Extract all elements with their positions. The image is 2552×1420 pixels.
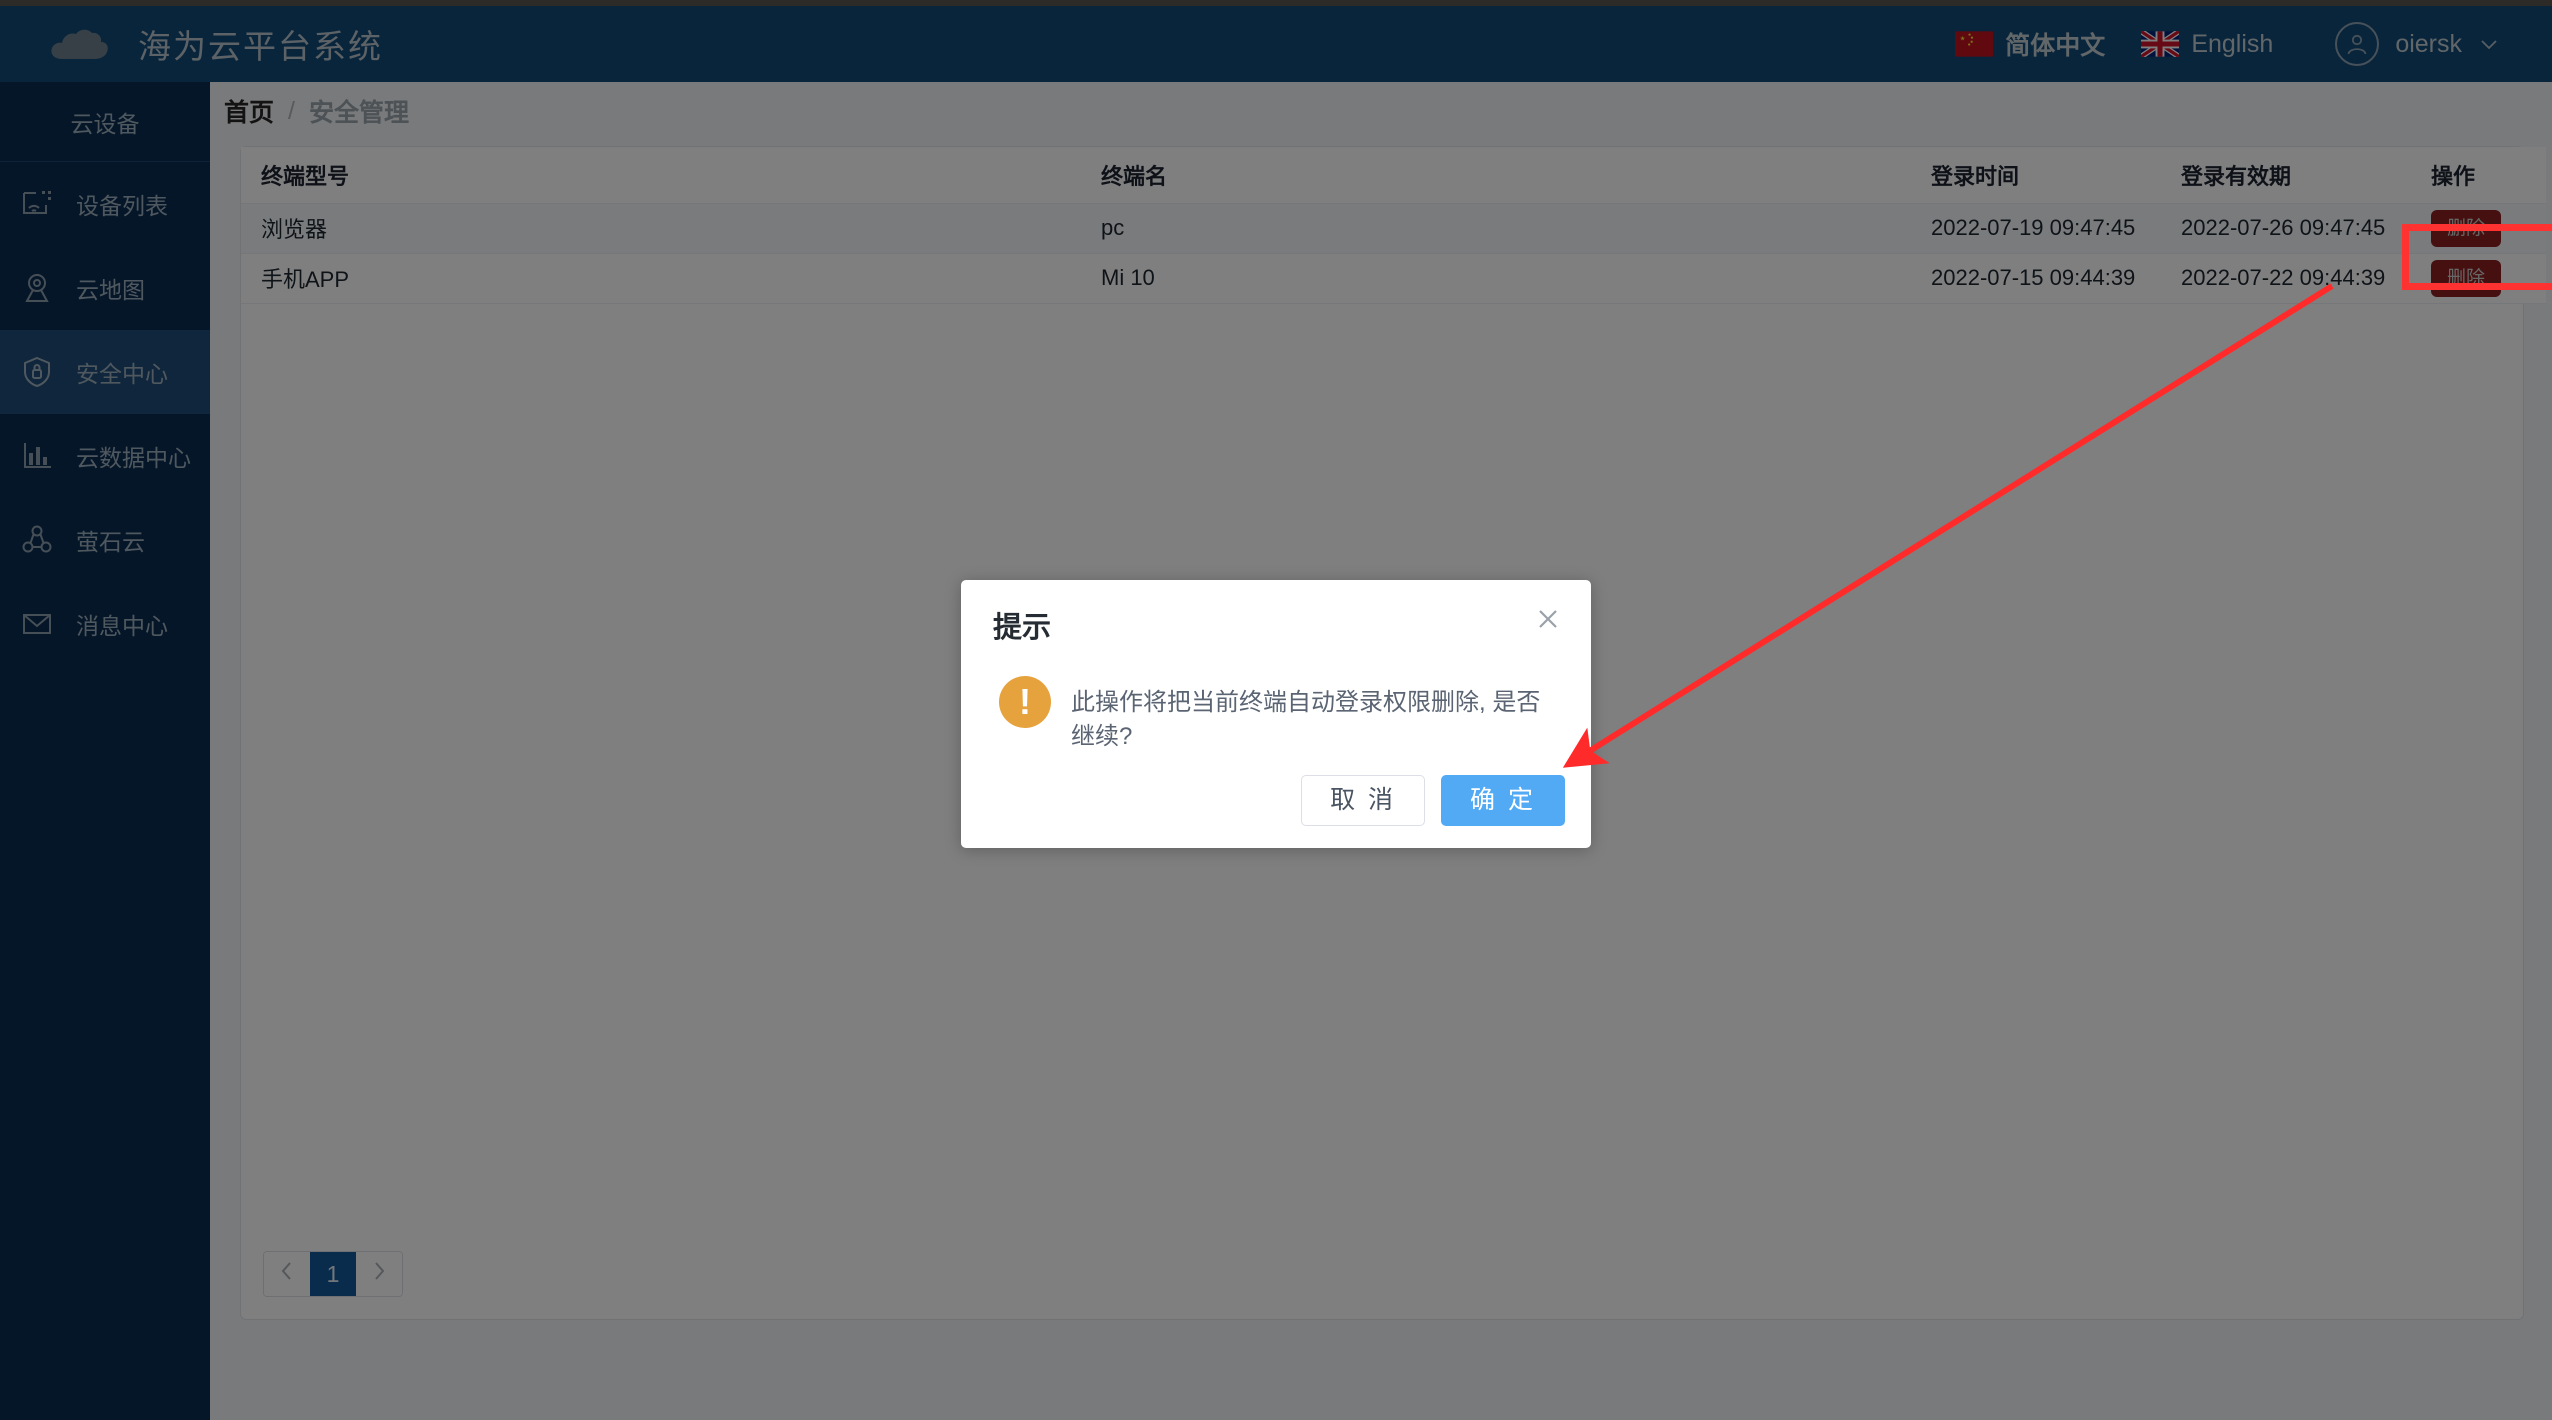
page-root: 海为云平台系统 简体中文: [0, 0, 2552, 1420]
warning-exclamation-icon: !: [999, 676, 1051, 728]
warning-glyph: !: [1019, 681, 1031, 722]
close-icon[interactable]: [1531, 602, 1565, 636]
modal-confirm-button[interactable]: 确 定: [1441, 775, 1565, 826]
confirm-dialog: 提示 ! 此操作将把当前终端自动登录权限删除, 是否继续? 取 消 确 定: [961, 580, 1591, 848]
dialog-actions: 取 消 确 定: [1301, 775, 1565, 826]
dialog-message: 此操作将把当前终端自动登录权限删除, 是否继续?: [1071, 689, 1541, 750]
dialog-title: 提示: [993, 612, 1052, 644]
modal-cancel-button[interactable]: 取 消: [1301, 775, 1426, 826]
